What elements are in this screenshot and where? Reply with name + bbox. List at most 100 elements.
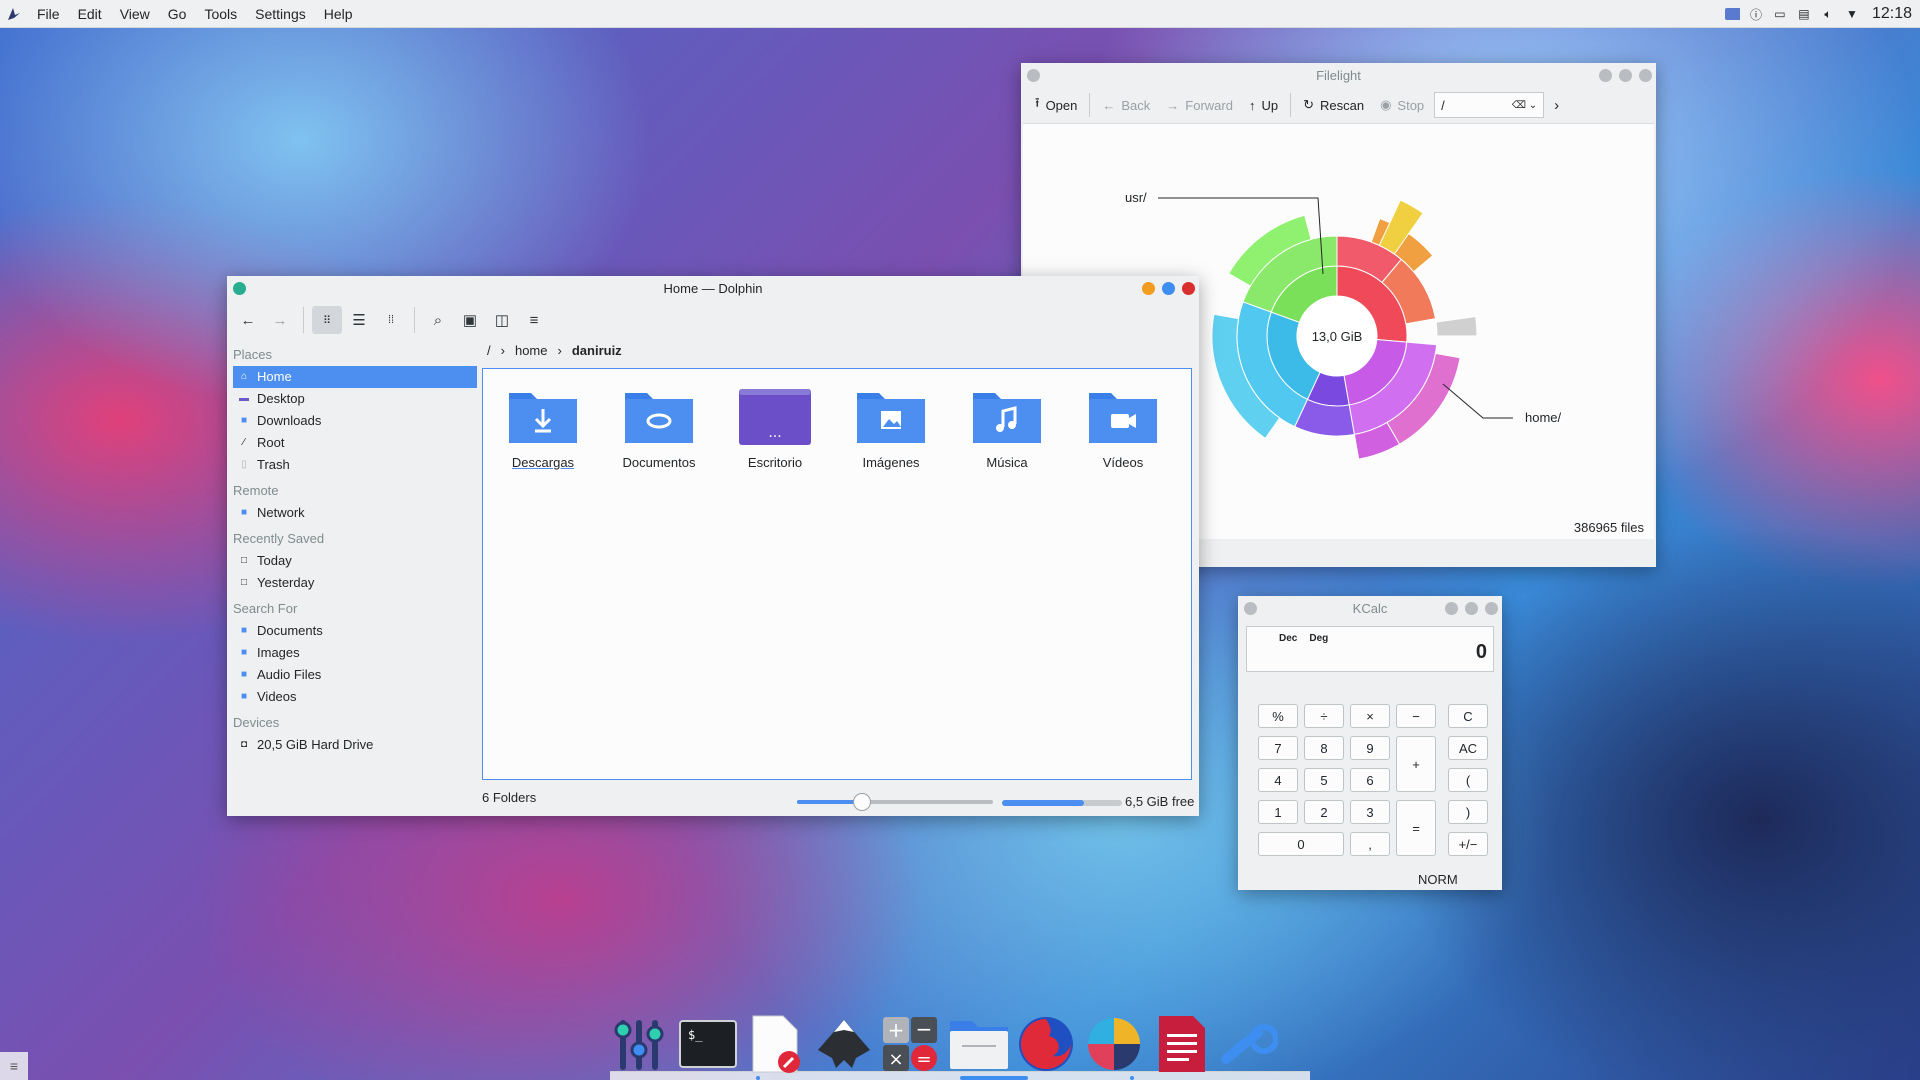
digit-6-button[interactable]: 6 xyxy=(1350,768,1390,792)
maximize-button[interactable] xyxy=(1162,282,1175,295)
menu-go[interactable]: Go xyxy=(159,6,196,22)
split-view-button[interactable]: ◫ xyxy=(487,306,517,334)
sidebar-item-home[interactable]: ⌂ Home xyxy=(233,366,477,388)
filelight-titlebar[interactable]: Filelight xyxy=(1021,63,1656,87)
zoom-slider[interactable] xyxy=(797,793,993,811)
rescan-button[interactable]: ↻ Rescan xyxy=(1297,92,1370,118)
stop-button[interactable]: ◉ Stop xyxy=(1374,92,1430,118)
expand-tray-icon[interactable]: ▼ xyxy=(1844,6,1860,22)
close-button[interactable] xyxy=(1485,602,1498,615)
equals-button[interactable]: = xyxy=(1396,800,1436,856)
folder-item[interactable]: Descargas xyxy=(493,387,593,470)
folder-item[interactable]: Imágenes xyxy=(841,387,941,470)
sidebar-item-documents[interactable]: ■ Documents xyxy=(233,620,477,642)
segment[interactable] xyxy=(1435,315,1478,337)
percent-button[interactable]: % xyxy=(1258,704,1298,728)
close-button[interactable] xyxy=(1182,282,1195,295)
all-clear-button[interactable]: AC xyxy=(1448,736,1488,760)
clock[interactable]: 12:18 xyxy=(1872,5,1912,23)
volume-icon[interactable]: 🔈︎ xyxy=(1820,6,1836,22)
firefox-icon[interactable] xyxy=(1016,1014,1076,1074)
window-menu-button[interactable] xyxy=(233,282,246,295)
divide-button[interactable]: ÷ xyxy=(1304,704,1344,728)
open-paren-button[interactable]: ( xyxy=(1448,768,1488,792)
maximize-button[interactable] xyxy=(1619,69,1632,82)
display-icon[interactable]: ▭ xyxy=(1772,6,1788,22)
forward-button[interactable]: → xyxy=(265,306,295,334)
kcalc-titlebar[interactable]: KCalc xyxy=(1238,596,1502,620)
menu-file[interactable]: File xyxy=(28,6,69,22)
up-button[interactable]: ↑ Up xyxy=(1243,92,1284,118)
terminal-icon[interactable]: $_ xyxy=(678,1014,738,1074)
digit-0-button[interactable]: 0 xyxy=(1258,832,1344,856)
sidebar-item-images[interactable]: ■ Images xyxy=(233,642,477,664)
digit-1-button[interactable]: 1 xyxy=(1258,800,1298,824)
show-desktop-button[interactable]: ≡ xyxy=(0,1052,28,1080)
sidebar-item-audio[interactable]: ■ Audio Files xyxy=(233,664,477,686)
folder-item[interactable]: Vídeos xyxy=(1073,387,1173,470)
close-button[interactable] xyxy=(1639,69,1652,82)
breadcrumb-root[interactable]: / xyxy=(487,343,491,358)
inkscape-icon[interactable] xyxy=(814,1014,874,1074)
app-launcher-icon[interactable] xyxy=(0,0,28,28)
window-list-icon[interactable] xyxy=(1724,6,1740,22)
digit-9-button[interactable]: 9 xyxy=(1350,736,1390,760)
forward-button[interactable]: → Forward xyxy=(1160,92,1239,118)
window-menu-button[interactable] xyxy=(1027,69,1040,82)
sign-button[interactable]: +/− xyxy=(1448,832,1488,856)
minimize-button[interactable] xyxy=(1142,282,1155,295)
file-view[interactable]: Descargas Documentos ... Escritorio Imág… xyxy=(482,368,1192,780)
preview-button[interactable]: ▣ xyxy=(455,306,485,334)
digit-2-button[interactable]: 2 xyxy=(1304,800,1344,824)
updates-icon[interactable]: ⓘ xyxy=(1748,6,1764,22)
breadcrumb-home[interactable]: home xyxy=(515,343,548,358)
menu-settings[interactable]: Settings xyxy=(246,6,315,22)
back-button[interactable]: ← xyxy=(233,306,263,334)
open-button[interactable]: ⭱ Open xyxy=(1029,92,1083,118)
digit-3-button[interactable]: 3 xyxy=(1350,800,1390,824)
path-combobox[interactable]: / ⌫ ⌄ xyxy=(1434,92,1545,118)
sidebar-item-root[interactable]: ∕ Root xyxy=(233,432,477,454)
sidebar-item-yesterday[interactable]: □ Yesterday xyxy=(233,572,477,594)
go-arrow-icon[interactable]: › xyxy=(1554,97,1559,114)
minimize-button[interactable] xyxy=(1599,69,1612,82)
window-menu-button[interactable] xyxy=(1244,602,1257,615)
maximize-button[interactable] xyxy=(1465,602,1478,615)
folder-item[interactable]: Documentos xyxy=(609,387,709,470)
digit-8-button[interactable]: 8 xyxy=(1304,736,1344,760)
filelight-icon[interactable] xyxy=(1084,1014,1144,1074)
calculator-icon[interactable]: + − × = xyxy=(880,1014,940,1074)
sidebar-item-downloads[interactable]: ■ Downloads xyxy=(233,410,477,432)
folder-item[interactable]: ... Escritorio xyxy=(725,387,825,470)
subtract-button[interactable]: − xyxy=(1396,704,1436,728)
decimal-button[interactable]: , xyxy=(1350,832,1390,856)
file-manager-icon[interactable] xyxy=(948,1014,1008,1074)
menu-edit[interactable]: Edit xyxy=(69,6,111,22)
clear-icon[interactable]: ⌫ ⌄ xyxy=(1512,100,1537,111)
multiply-button[interactable]: × xyxy=(1350,704,1390,728)
sidebar-item-hard-drive[interactable]: ◘ 20,5 GiB Hard Drive xyxy=(233,734,477,756)
back-button[interactable]: ← Back xyxy=(1096,92,1156,118)
clipboard-icon[interactable]: ▤ xyxy=(1796,6,1812,22)
menu-help[interactable]: Help xyxy=(315,6,362,22)
sidebar-item-trash[interactable]: ▯ Trash xyxy=(233,454,477,476)
kde-connect-icon[interactable] xyxy=(1218,1014,1278,1074)
details-view-button[interactable]: ⁞⁞ xyxy=(376,306,406,334)
menu-view[interactable]: View xyxy=(111,6,159,22)
folder-item[interactable]: Música xyxy=(957,387,1057,470)
sidebar-item-today[interactable]: □ Today xyxy=(233,550,477,572)
search-button[interactable]: ⌕ xyxy=(423,306,453,334)
close-paren-button[interactable]: ) xyxy=(1448,800,1488,824)
system-settings-icon[interactable] xyxy=(610,1014,670,1074)
sidebar-item-network[interactable]: ■ Network xyxy=(233,502,477,524)
sidebar-item-desktop[interactable]: ▬ Desktop xyxy=(233,388,477,410)
menu-tools[interactable]: Tools xyxy=(195,6,246,22)
document-viewer-icon[interactable] xyxy=(1152,1014,1212,1074)
clear-button[interactable]: C xyxy=(1448,704,1488,728)
minimize-button[interactable] xyxy=(1445,602,1458,615)
digit-7-button[interactable]: 7 xyxy=(1258,736,1298,760)
sidebar-item-videos[interactable]: ■ Videos xyxy=(233,686,477,708)
dolphin-titlebar[interactable]: Home — Dolphin xyxy=(227,276,1199,300)
text-editor-icon[interactable] xyxy=(746,1014,806,1074)
compact-view-button[interactable]: ☰ xyxy=(344,306,374,334)
